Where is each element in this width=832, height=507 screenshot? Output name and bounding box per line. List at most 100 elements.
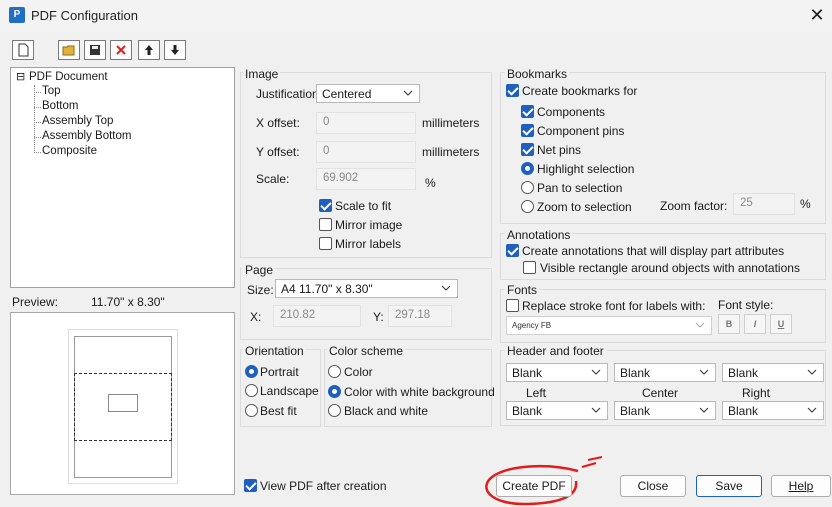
replace-font-checkbox[interactable] bbox=[506, 299, 519, 312]
save-dialog-button[interactable]: Save bbox=[696, 475, 762, 497]
header-footer-group-title: Header and footer bbox=[505, 344, 606, 358]
tree-item-assembly-bottom[interactable]: Assembly Bottom bbox=[42, 130, 131, 142]
help-button[interactable]: Help bbox=[771, 475, 831, 497]
footer-center-select[interactable]: Blank bbox=[614, 401, 716, 420]
move-down-button[interactable] bbox=[164, 40, 186, 60]
create-pdf-button[interactable]: Create PDF bbox=[496, 475, 572, 497]
chevron-down-icon bbox=[591, 369, 601, 375]
justification-select[interactable]: Centered bbox=[316, 84, 420, 103]
image-group-title: Image bbox=[243, 67, 281, 81]
open-folder-button[interactable] bbox=[58, 40, 80, 60]
document-tree[interactable]: ⊟ PDF Document Top Bottom Assembly Top A… bbox=[10, 67, 235, 288]
italic-button[interactable]: I bbox=[744, 314, 766, 334]
footer-center-value: Blank bbox=[620, 404, 651, 418]
net-pins-checkbox[interactable] bbox=[521, 143, 534, 156]
tree-item-top[interactable]: Top bbox=[42, 85, 61, 97]
header-right-select[interactable]: Blank bbox=[722, 363, 824, 382]
portrait-label: Portrait bbox=[260, 365, 299, 379]
tree-connector bbox=[34, 122, 41, 123]
landscape-radio[interactable] bbox=[245, 384, 258, 397]
underline-button[interactable]: U bbox=[770, 314, 792, 334]
save-button[interactable] bbox=[84, 40, 106, 60]
tree-connector bbox=[34, 137, 41, 138]
view-pdf-checkbox[interactable] bbox=[244, 479, 257, 492]
close-button[interactable]: Close bbox=[620, 475, 686, 497]
close-icon[interactable]: ✕ bbox=[806, 4, 828, 26]
y-offset-label: Y offset: bbox=[256, 145, 300, 159]
footer-left-select[interactable]: Blank bbox=[506, 401, 608, 420]
chevron-down-icon bbox=[807, 407, 817, 413]
zoom-factor-input[interactable]: 25 bbox=[733, 193, 795, 215]
create-bookmarks-checkbox[interactable] bbox=[506, 84, 519, 97]
view-pdf-label: View PDF after creation bbox=[260, 479, 387, 493]
arrow-up-icon bbox=[145, 45, 153, 55]
preview-label: Preview: bbox=[12, 295, 59, 309]
arrow-down-icon bbox=[171, 45, 179, 55]
move-up-button[interactable] bbox=[138, 40, 160, 60]
delete-button[interactable] bbox=[110, 40, 132, 60]
color-radio[interactable] bbox=[328, 365, 341, 378]
page-size-select[interactable]: A4 11.70" x 8.30" bbox=[275, 279, 458, 298]
components-label: Components bbox=[537, 105, 606, 119]
visible-rectangle-label: Visible rectangle around objects with an… bbox=[540, 261, 800, 275]
tree-connector bbox=[34, 85, 35, 153]
x-offset-input[interactable]: 0 bbox=[316, 112, 416, 134]
tree-root-pdf-document[interactable]: PDF Document bbox=[29, 71, 108, 83]
zoom-selection-label: Zoom to selection bbox=[537, 200, 632, 214]
mirror-labels-checkbox[interactable] bbox=[319, 237, 332, 250]
font-select[interactable]: Agency FB bbox=[506, 316, 712, 335]
portrait-radio[interactable] bbox=[245, 365, 258, 378]
page-size-value: A4 11.70" x 8.30" bbox=[281, 282, 373, 296]
tree-item-composite[interactable]: Composite bbox=[42, 145, 97, 157]
landscape-label: Landscape bbox=[260, 384, 319, 398]
scale-to-fit-checkbox[interactable] bbox=[319, 199, 332, 212]
pan-selection-radio[interactable] bbox=[521, 181, 534, 194]
chevron-down-icon bbox=[441, 285, 451, 291]
zoom-selection-radio[interactable] bbox=[521, 200, 534, 213]
right-label: Right bbox=[742, 386, 771, 400]
bold-button[interactable]: B bbox=[718, 314, 740, 334]
page-x-label: X: bbox=[250, 310, 262, 324]
tree-connector bbox=[34, 92, 41, 93]
header-center-select[interactable]: Blank bbox=[614, 363, 716, 382]
mirror-image-label: Mirror image bbox=[335, 218, 403, 232]
footer-left-value: Blank bbox=[512, 404, 543, 418]
zoom-factor-unit: % bbox=[800, 197, 811, 211]
y-offset-unit: millimeters bbox=[422, 145, 480, 159]
components-checkbox[interactable] bbox=[521, 105, 534, 118]
preview-pane bbox=[10, 312, 235, 495]
y-offset-input[interactable]: 0 bbox=[316, 141, 416, 163]
color-label: Color bbox=[344, 365, 373, 379]
best-fit-radio[interactable] bbox=[245, 404, 258, 417]
header-left-value: Blank bbox=[512, 366, 543, 380]
chevron-down-icon bbox=[591, 407, 601, 413]
page-size-label: Size: bbox=[247, 283, 274, 297]
window-title: PDF Configuration bbox=[31, 8, 138, 23]
header-left-select[interactable]: Blank bbox=[506, 363, 608, 382]
scale-input[interactable]: 69.902 bbox=[316, 168, 416, 190]
visible-rectangle-checkbox[interactable] bbox=[523, 261, 536, 274]
new-page-button[interactable] bbox=[12, 40, 34, 60]
color-white-bg-radio[interactable] bbox=[328, 385, 341, 398]
page-x-input[interactable]: 210.82 bbox=[273, 305, 361, 327]
tree-item-assembly-top[interactable]: Assembly Top bbox=[42, 115, 113, 127]
tree-connector bbox=[34, 107, 41, 108]
x-offset-label: X offset: bbox=[256, 116, 300, 130]
tree-expand-icon[interactable]: ⊟ bbox=[16, 70, 25, 83]
create-annotations-checkbox[interactable] bbox=[506, 244, 519, 257]
chevron-down-icon bbox=[403, 90, 413, 96]
component-pins-checkbox[interactable] bbox=[521, 124, 534, 137]
footer-right-select[interactable]: Blank bbox=[722, 401, 824, 420]
mirror-image-checkbox[interactable] bbox=[319, 218, 332, 231]
highlight-selection-radio[interactable] bbox=[521, 162, 534, 175]
zoom-factor-label: Zoom factor: bbox=[660, 199, 728, 213]
x-offset-unit: millimeters bbox=[422, 116, 480, 130]
scale-to-fit-label: Scale to fit bbox=[335, 199, 392, 213]
tree-item-bottom[interactable]: Bottom bbox=[42, 100, 78, 112]
justification-value: Centered bbox=[322, 87, 372, 101]
component-pins-label: Component pins bbox=[537, 124, 625, 138]
black-white-radio[interactable] bbox=[328, 404, 341, 417]
scale-label: Scale: bbox=[256, 172, 290, 186]
page-y-input[interactable]: 297.18 bbox=[388, 305, 452, 327]
chevron-down-icon bbox=[807, 369, 817, 375]
